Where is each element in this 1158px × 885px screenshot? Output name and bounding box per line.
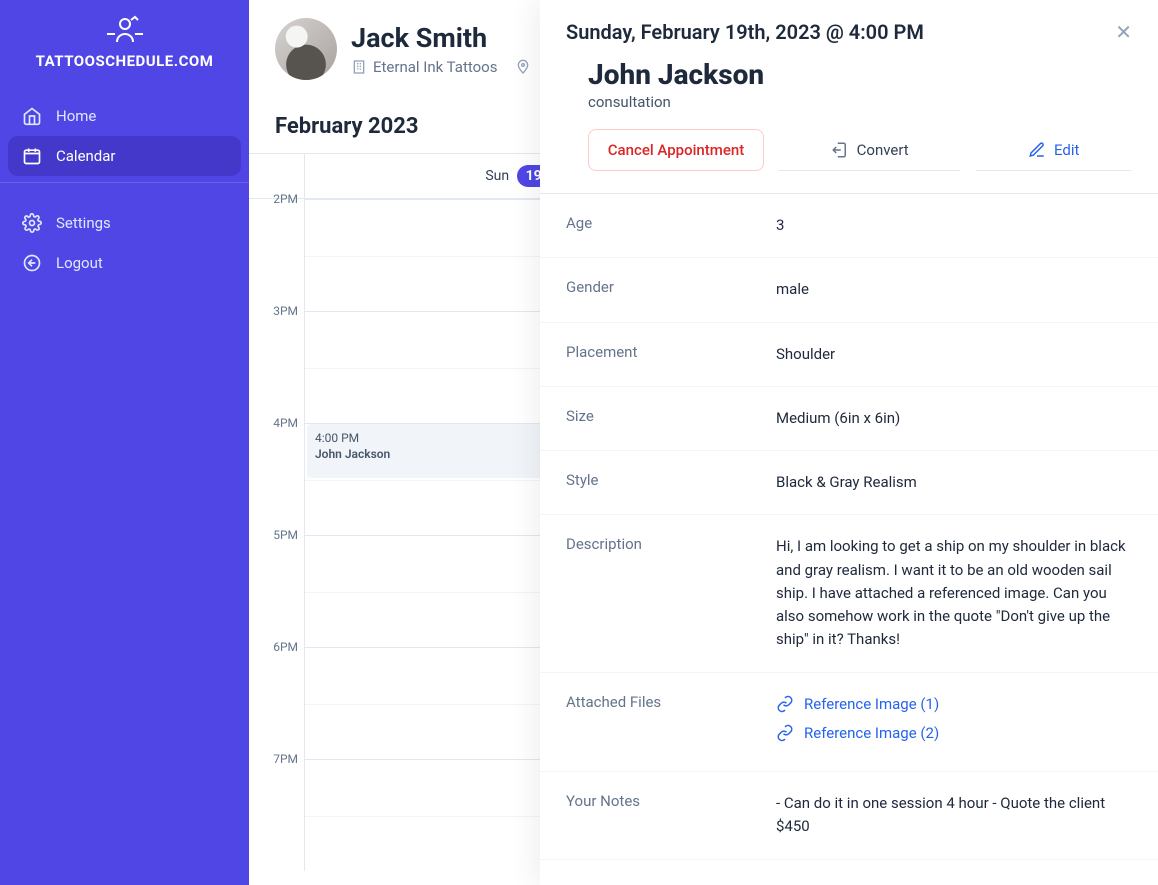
sidebar-item-calendar[interactable]: Calendar — [8, 136, 241, 176]
detail-row: PlacementShoulder — [540, 323, 1158, 387]
brand-logo: TATTOOSCHEDULE.COM — [0, 0, 249, 90]
attached-file-link[interactable]: Reference Image (1) — [776, 693, 1132, 716]
convert-button[interactable]: Convert — [778, 129, 961, 171]
detail-row: StyleBlack & Gray Realism — [540, 451, 1158, 515]
detail-row: Age3 — [540, 194, 1158, 258]
attached-file-link[interactable]: Reference Image (2) — [776, 722, 1132, 745]
sidebar-item-label: Settings — [56, 214, 111, 232]
location-icon — [515, 59, 531, 75]
panel-date: Sunday, February 19th, 2023 @ 4:00 PM — [566, 20, 924, 44]
sidebar: TATTOOSCHEDULE.COM Home Calendar Setting… — [0, 0, 249, 885]
client-name: John Jackson — [588, 58, 1132, 91]
hour-label: 2PM — [249, 192, 304, 304]
sidebar-item-label: Calendar — [56, 147, 116, 165]
detail-row: DescriptionHi, I am looking to get a shi… — [540, 515, 1158, 672]
sidebar-item-home[interactable]: Home — [8, 96, 241, 136]
artist-studio: Eternal Ink Tattoos — [351, 58, 531, 76]
brand-text: TATTOOSCHEDULE.COM — [36, 52, 214, 70]
building-icon — [351, 59, 367, 75]
sidebar-item-logout[interactable]: Logout — [8, 243, 241, 283]
hour-label: 7PM — [249, 752, 304, 864]
gear-icon — [22, 213, 42, 233]
detail-row: Attached Files Reference Image (1) Refer… — [540, 673, 1158, 773]
detail-row: Your Notes- Can do it in one session 4 h… — [540, 772, 1158, 860]
close-icon[interactable]: ✕ — [1115, 20, 1132, 44]
hour-label: 5PM — [249, 528, 304, 640]
logo-icon — [103, 14, 147, 48]
hour-label: 6PM — [249, 640, 304, 752]
calendar-icon — [22, 146, 42, 166]
appointment-type: consultation — [588, 93, 1132, 111]
sidebar-item-settings[interactable]: Settings — [8, 203, 241, 243]
sidebar-item-label: Logout — [56, 254, 103, 272]
link-icon — [776, 695, 794, 713]
appointment-panel: Sunday, February 19th, 2023 @ 4:00 PM ✕ … — [540, 0, 1158, 885]
home-icon — [22, 106, 42, 126]
edit-button[interactable]: Edit — [975, 129, 1132, 171]
link-icon — [776, 724, 794, 742]
edit-icon — [1028, 141, 1046, 159]
hour-label: 4PM — [249, 416, 304, 528]
detail-row: SizeMedium (6in x 6in) — [540, 387, 1158, 451]
convert-icon — [831, 141, 849, 159]
cancel-appointment-button[interactable]: Cancel Appointment — [588, 129, 764, 171]
logout-icon — [22, 253, 42, 273]
hour-label: 3PM — [249, 304, 304, 416]
detail-row: Gendermale — [540, 258, 1158, 322]
main: Jack Smith Eternal Ink Tattoos February … — [249, 0, 1158, 885]
sidebar-item-label: Home — [56, 107, 96, 125]
artist-name: Jack Smith — [351, 22, 531, 54]
avatar — [275, 18, 337, 80]
